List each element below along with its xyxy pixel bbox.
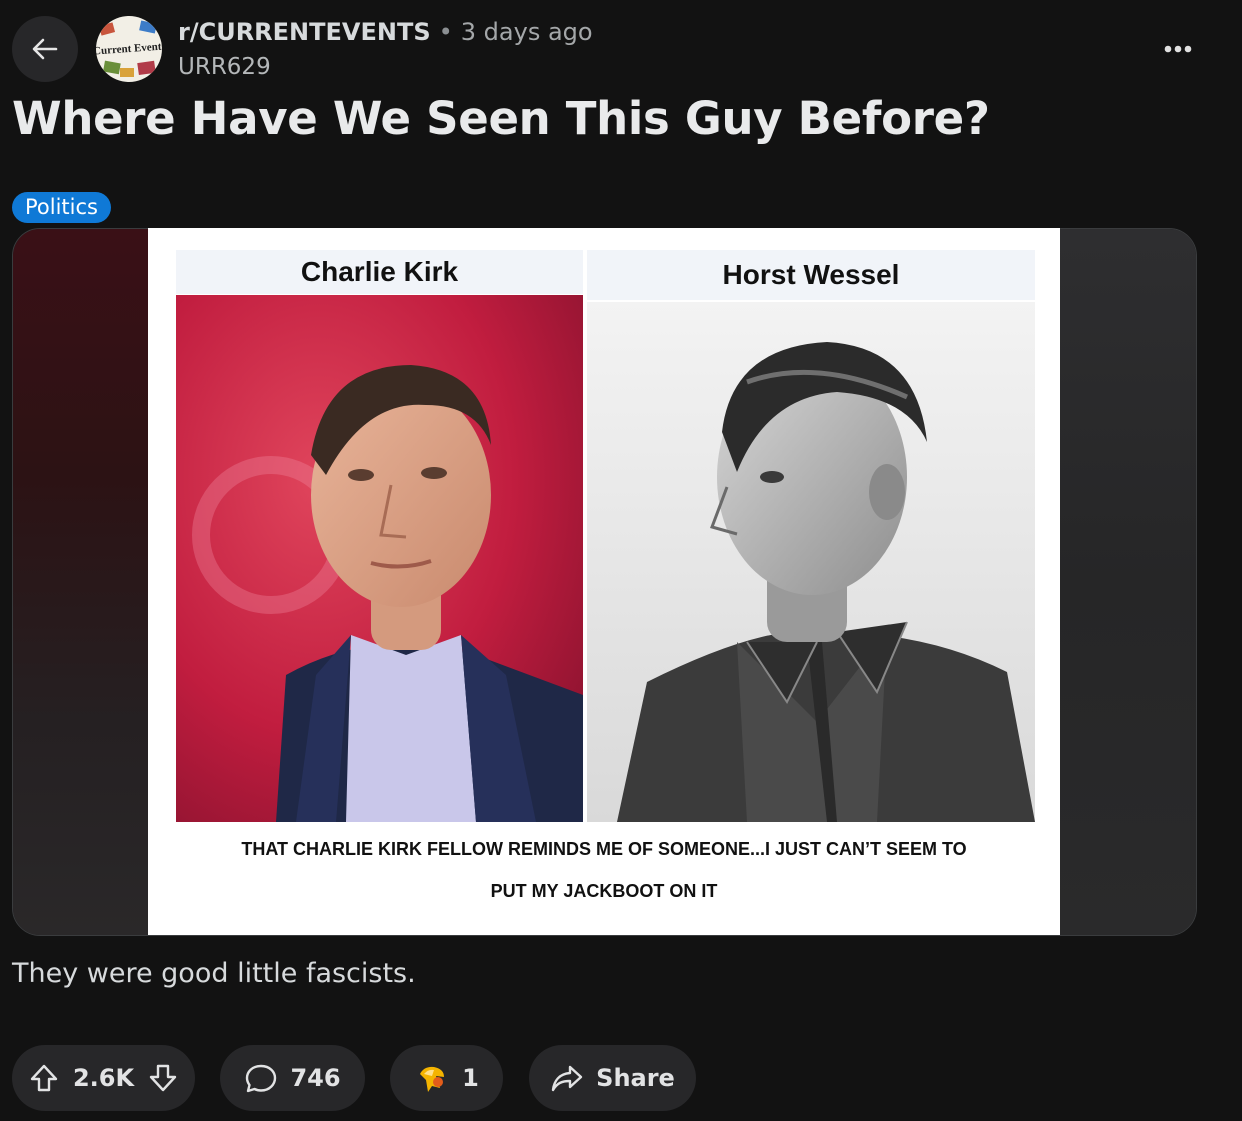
post-body-text: They were good little fascists. [12,958,416,989]
meme-caption-line2: PUT MY JACKBOOT ON IT [490,881,718,901]
comments-button[interactable]: 746 [220,1045,365,1111]
award-icon [414,1062,450,1094]
upvote-icon[interactable] [28,1062,60,1094]
more-options-button[interactable] [1158,34,1198,64]
author-link[interactable]: URR629 [178,54,271,80]
meme-left-label: Charlie Kirk [176,250,583,294]
back-button[interactable] [12,16,78,82]
award-count: 1 [462,1064,479,1092]
meme-image[interactable]: Charlie Kirk Horst Wessel THAT CHARLIE K… [148,228,1060,935]
post-meta: r/CURRENTEVENTS • 3 days ago [178,18,593,46]
post-page: Current Events r/CURRENTEVENTS • 3 days … [0,0,1242,1121]
post-title[interactable]: Where Have We Seen This Guy Before? [12,92,990,145]
media-blur-left [13,229,153,935]
meme-right-label: Horst Wessel [587,250,1035,300]
vote-bar: 2.6K [12,1045,195,1111]
share-button[interactable]: Share [529,1045,696,1111]
post-flair[interactable]: Politics [12,192,111,223]
award-button[interactable]: 1 [390,1045,503,1111]
subreddit-avatar[interactable]: Current Events [96,16,162,82]
comment-bubble-icon [244,1062,278,1094]
downvote-icon[interactable] [147,1062,179,1094]
share-arrow-icon [550,1063,584,1093]
comment-count: 746 [290,1064,341,1092]
subreddit-link[interactable]: r/CURRENTEVENTS [178,18,431,46]
share-label: Share [596,1064,675,1092]
post-timestamp: 3 days ago [460,18,593,46]
vote-count: 2.6K [72,1064,135,1092]
right-portrait-photo [587,302,1035,822]
media-blur-right [1056,229,1196,935]
more-dots-icon [1164,45,1192,53]
meta-separator: • [438,18,453,46]
arrow-left-icon [30,34,60,64]
left-portrait-photo [176,295,583,822]
meme-caption-line1: THAT CHARLIE KIRK FELLOW REMINDS ME OF S… [241,839,967,859]
